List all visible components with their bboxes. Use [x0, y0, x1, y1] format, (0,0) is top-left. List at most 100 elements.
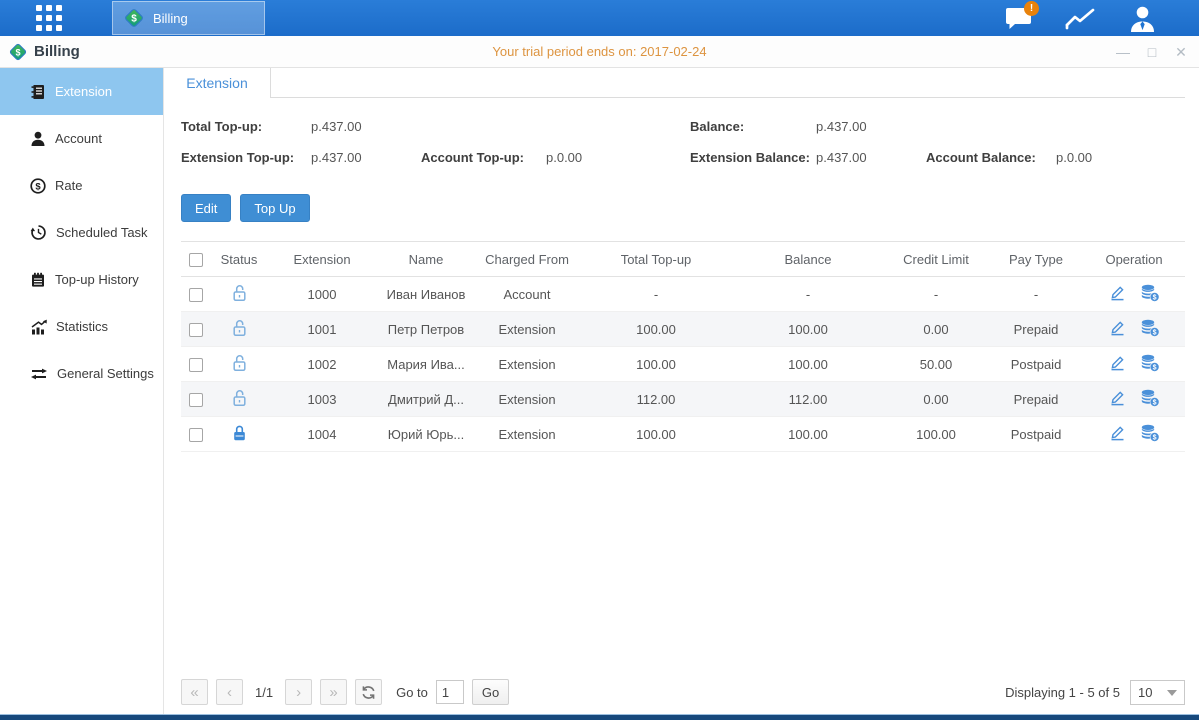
billing-app-window: $ Billing ! — [0, 0, 1199, 720]
edit-button[interactable]: Edit — [181, 194, 231, 222]
trial-notice: Your trial period ends on: 2017-02-24 — [0, 44, 1199, 59]
cell-balance: 112.00 — [733, 382, 883, 417]
edit-extension-icon[interactable] — [1109, 284, 1126, 304]
sidebar-item-label: Extension — [55, 84, 112, 99]
cell-extension: 1002 — [267, 347, 377, 382]
table-row[interactable]: 1002Мария Ива...Extension100.00100.0050.… — [181, 347, 1185, 382]
col-charged-from: Charged From — [475, 242, 579, 277]
app-launcher-icon[interactable] — [36, 5, 70, 32]
grid-icon — [36, 5, 64, 33]
user-account-button[interactable] — [1125, 3, 1159, 33]
line-chart-icon — [1065, 6, 1096, 30]
sidebar-item-account[interactable]: Account — [0, 115, 163, 162]
next-page-button[interactable]: › — [285, 679, 312, 705]
go-button[interactable]: Go — [472, 679, 509, 705]
account-balance-value: p.0.00 — [1056, 150, 1199, 165]
cell-charged-from: Extension — [475, 347, 579, 382]
cell-credit-limit: 0.00 — [883, 382, 989, 417]
notifications-button[interactable]: ! — [1001, 3, 1035, 33]
window-bottom-edge — [0, 714, 1199, 720]
sidebar-item-label: Scheduled Task — [56, 225, 148, 240]
top-up-extension-icon[interactable]: $ — [1140, 354, 1160, 375]
svg-text:$: $ — [15, 47, 20, 57]
col-balance: Balance — [733, 242, 883, 277]
pagination-info: Displaying 1 - 5 of 5 10 — [1005, 680, 1185, 705]
first-page-button[interactable]: « — [181, 679, 208, 705]
cell-total-topup: - — [579, 277, 733, 312]
notification-badge: ! — [1024, 1, 1039, 16]
table-row[interactable]: 1000Иван ИвановAccount----$ — [181, 277, 1185, 312]
cell-credit-limit: 50.00 — [883, 347, 989, 382]
sidebar-item-extension[interactable]: Extension — [0, 68, 163, 115]
cell-balance: 100.00 — [733, 347, 883, 382]
select-all-checkbox[interactable] — [189, 253, 203, 267]
pagination: « ‹ 1/1 › » Go to Go — [181, 679, 509, 705]
extension-balance-value: p.437.00 — [816, 150, 926, 165]
window-controls: — □ ✕ — [1115, 36, 1189, 68]
close-button[interactable]: ✕ — [1173, 44, 1189, 61]
row-checkbox[interactable] — [189, 428, 203, 442]
svg-text:$: $ — [1152, 294, 1156, 301]
top-up-extension-icon[interactable]: $ — [1140, 389, 1160, 410]
cell-pay-type: Prepaid — [989, 312, 1083, 347]
cell-charged-from: Extension — [475, 382, 579, 417]
cell-total-topup: 112.00 — [579, 382, 733, 417]
col-extension: Extension — [267, 242, 377, 277]
sidebar-item-label: Statistics — [56, 319, 108, 334]
status-lock-icon — [231, 360, 248, 375]
edit-extension-icon[interactable] — [1109, 354, 1126, 374]
window-titlebar: $ Billing Your trial period ends on: 201… — [0, 36, 1199, 68]
extension-topup-label: Extension Top-up: — [181, 150, 311, 165]
tab-bar-divider — [271, 97, 1185, 98]
balance-label: Balance: — [690, 119, 816, 134]
row-checkbox[interactable] — [189, 358, 203, 372]
sidebar-item-statistics[interactable]: Statistics — [0, 303, 163, 350]
table-row[interactable]: 1001Петр ПетровExtension100.00100.000.00… — [181, 312, 1185, 347]
cell-charged-from: Account — [475, 277, 579, 312]
sidebar-item-general-settings[interactable]: General Settings — [0, 350, 163, 397]
cell-name: Юрий Юрь... — [377, 417, 475, 452]
edit-extension-icon[interactable] — [1109, 424, 1126, 444]
sidebar-item-rate[interactable]: $ Rate — [0, 162, 163, 209]
row-checkbox[interactable] — [189, 288, 203, 302]
sidebar-item-label: Rate — [55, 178, 82, 193]
table-row[interactable]: 1004Юрий Юрь...Extension100.00100.00100.… — [181, 417, 1185, 452]
svg-text:$: $ — [1152, 329, 1156, 336]
top-up-extension-icon[interactable]: $ — [1140, 284, 1160, 305]
resource-monitor-button[interactable] — [1063, 3, 1097, 33]
cell-balance: 100.00 — [733, 312, 883, 347]
cell-pay-type: - — [989, 277, 1083, 312]
edit-extension-icon[interactable] — [1109, 319, 1126, 339]
cell-total-topup: 100.00 — [579, 417, 733, 452]
top-up-button[interactable]: Top Up — [240, 194, 309, 222]
top-up-extension-icon[interactable]: $ — [1140, 424, 1160, 445]
dropdown-arrow-icon — [1167, 690, 1177, 696]
edit-extension-icon[interactable] — [1109, 389, 1126, 409]
window-body: Extension Account $ Rate — [0, 68, 1199, 714]
sidebar-item-scheduled-task[interactable]: Scheduled Task — [0, 209, 163, 256]
table-row[interactable]: 1003Дмитрий Д...Extension112.00112.000.0… — [181, 382, 1185, 417]
refresh-icon — [361, 685, 376, 700]
maximize-button[interactable]: □ — [1144, 44, 1160, 60]
sidebar-item-topup-history[interactable]: Top-up History — [0, 256, 163, 303]
last-page-button[interactable]: » — [320, 679, 347, 705]
row-checkbox[interactable] — [189, 393, 203, 407]
col-status: Status — [211, 242, 267, 277]
refresh-button[interactable] — [355, 679, 382, 705]
dollar-coin-icon: $ — [30, 178, 46, 194]
svg-text:$: $ — [35, 181, 41, 192]
status-lock-icon — [231, 395, 248, 410]
page-size-select[interactable]: 10 — [1130, 680, 1185, 705]
status-lock-icon — [231, 430, 248, 445]
row-checkbox[interactable] — [189, 323, 203, 337]
cell-pay-type: Postpaid — [989, 417, 1083, 452]
cell-total-topup: 100.00 — [579, 347, 733, 382]
tab-extension[interactable]: Extension — [164, 68, 271, 98]
history-clock-icon — [30, 224, 47, 241]
minimize-button[interactable]: — — [1115, 44, 1131, 60]
goto-page-input[interactable] — [436, 680, 464, 704]
taskbar-billing-tab[interactable]: $ Billing — [112, 1, 265, 35]
account-topup-value: p.0.00 — [546, 150, 690, 165]
prev-page-button[interactable]: ‹ — [216, 679, 243, 705]
top-up-extension-icon[interactable]: $ — [1140, 319, 1160, 340]
